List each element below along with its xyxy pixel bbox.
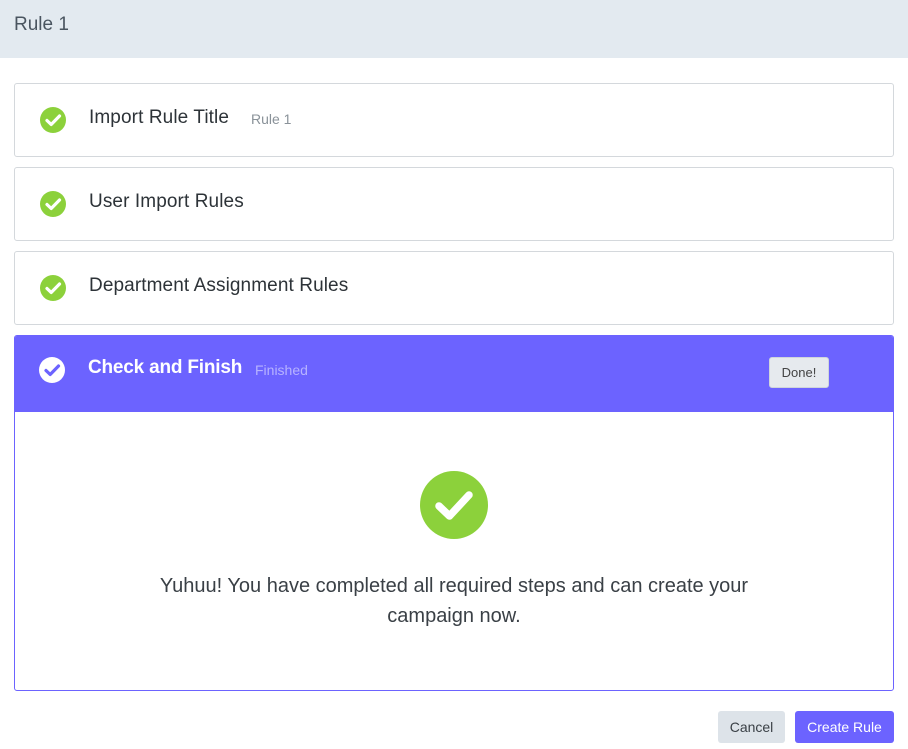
page-header: Rule 1 xyxy=(0,0,908,58)
check-circle-icon xyxy=(39,357,65,383)
step-check-and-finish: Check and Finish Finished Done! Yuhuu! Y… xyxy=(14,335,894,691)
active-step-header[interactable]: Check and Finish Finished Done! xyxy=(15,336,893,412)
create-rule-button[interactable]: Create Rule xyxy=(795,711,894,743)
completion-message: Yuhuu! You have completed all required s… xyxy=(159,575,749,627)
step-title: Department Assignment Rules xyxy=(89,275,349,296)
cancel-button[interactable]: Cancel xyxy=(718,711,785,743)
step-subtitle: Rule 1 xyxy=(251,111,292,127)
step-title: Check and Finish xyxy=(88,357,243,378)
check-circle-icon xyxy=(40,275,66,301)
step-title: Import Rule Title xyxy=(89,107,230,128)
step-title: User Import Rules xyxy=(89,191,244,212)
done-button[interactable]: Done! xyxy=(769,357,829,388)
check-circle-icon xyxy=(40,191,66,217)
page-title: Rule 1 xyxy=(14,14,69,35)
check-circle-icon xyxy=(40,107,66,133)
success-check-icon xyxy=(420,471,488,539)
step-import-rule-title[interactable]: Import Rule Title Rule 1 xyxy=(14,83,894,157)
step-subtitle: Finished xyxy=(255,362,308,378)
step-department-assignment-rules[interactable]: Department Assignment Rules xyxy=(14,251,894,325)
step-user-import-rules[interactable]: User Import Rules xyxy=(14,167,894,241)
